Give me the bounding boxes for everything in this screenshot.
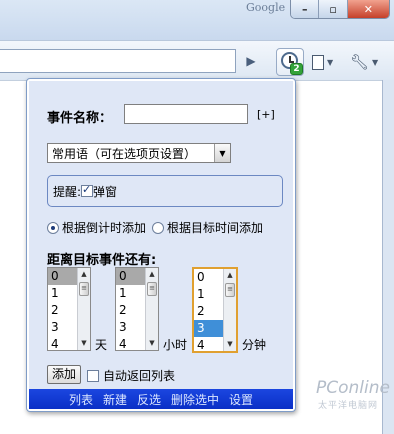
common-phrases-value: 常用语（可在选项页设置） [52,146,197,161]
scroll-thumb[interactable]: ≡ [225,283,235,297]
scroll-up-icon[interactable]: ▲ [224,269,236,282]
list-item[interactable]: 3 [48,319,79,336]
minutes-listbox[interactable]: 0 1 2 3 4 ▲ ≡ ▼ [192,267,238,353]
footer-link-delete-selected[interactable]: 删除选中 [171,391,219,408]
list-item[interactable]: 1 [48,285,79,302]
list-item[interactable]: 2 [116,302,147,319]
list-item[interactable]: 2 [194,303,225,320]
event-name-label: 事件名称： [47,111,113,126]
reminder-label: 提醒: [53,184,82,199]
maximize-button[interactable]: ▫ [319,0,348,18]
radio-target-label: 根据目标时间添加 [167,221,264,235]
hours-unit: 小时 [163,338,188,352]
add-button[interactable]: 添加 [47,365,81,384]
tools-menu-button[interactable]: 🔧︎ ▼ [350,51,384,73]
footer-link-list[interactable]: 列表 [69,391,93,408]
footer-link-settings[interactable]: 设置 [229,391,253,408]
search-engine-label: Google [246,1,286,14]
event-add-link[interactable]: [+] [257,108,275,121]
listbox-scrollbar[interactable]: ▲ ≡ ▼ [223,269,236,351]
list-item[interactable]: 2 [48,302,79,319]
event-name-input[interactable] [124,104,248,124]
minutes-unit: 分钟 [242,338,267,352]
common-phrases-select[interactable]: 常用语（可在选项页设置） ▼ [47,143,231,163]
popup-checkbox-label: 弹窗 [93,184,118,199]
scroll-thumb[interactable]: ≡ [147,282,157,296]
scroll-down-icon[interactable]: ▼ [224,338,236,351]
popup-checkbox[interactable] [81,183,94,197]
watermark-logo: PConline [316,378,390,398]
wrench-icon: 🔧︎ [350,53,370,71]
auto-return-checkbox[interactable] [87,369,99,382]
scroll-down-icon[interactable]: ▼ [146,337,158,350]
page-icon [312,54,324,70]
footer-link-invert[interactable]: 反选 [137,391,161,408]
popup-footer-nav: 列表 新建 反选 删除选中 设置 [29,389,293,409]
window-titlebar: Google – ▫ ✕ [0,0,394,40]
list-item[interactable]: 0 [194,269,225,286]
scroll-down-icon[interactable]: ▼ [78,337,90,350]
list-item[interactable]: 0 [116,268,147,285]
auto-return-label: 自动返回列表 [103,369,176,383]
play-arrow-icon: ▶ [246,54,256,68]
listbox-scrollbar[interactable]: ▲ ≡ ▼ [77,268,90,350]
days-listbox[interactable]: 0 1 2 3 4 ▲ ≡ ▼ [47,267,91,351]
radio-target-time[interactable] [152,221,165,234]
hours-listbox[interactable]: 0 1 2 3 4 ▲ ≡ ▼ [115,267,159,351]
list-item[interactable]: 3 [116,319,147,336]
list-item[interactable]: 4 [194,337,225,354]
add-mode-radios: 根据倒计时添加 根据目标时间添加 [47,219,263,236]
list-item[interactable]: 0 [48,268,79,285]
close-button[interactable]: ✕ [347,0,389,18]
radio-countdown[interactable] [47,221,59,234]
chevron-down-icon: ▼ [327,57,334,67]
list-item[interactable]: 1 [194,286,225,303]
list-item[interactable]: 4 [116,336,147,353]
extension-badge: 2 [290,63,303,75]
footer-link-new[interactable]: 新建 [103,391,127,408]
page-menu-button[interactable]: ▼ [312,51,340,73]
listbox-scrollbar[interactable]: ▲ ≡ ▼ [145,268,158,350]
chevron-down-icon[interactable]: ▼ [214,144,230,162]
distance-label: 距离目标事件还有: [47,253,157,268]
countdown-popup: 事件名称： [+] 常用语（可在选项页设置） ▼ 提醒: 弹窗 根据倒计时添加 … [26,78,296,412]
go-button[interactable]: ▶ [240,51,262,71]
watermark-subtitle: 太平洋电脑网 [318,401,379,411]
auto-return-option: 自动返回列表 [87,367,175,384]
address-bar[interactable] [0,49,236,73]
minimize-button[interactable]: – [291,0,320,18]
popup-panel: 事件名称： [+] 常用语（可在选项页设置） ▼ 提醒: 弹窗 根据倒计时添加 … [29,81,293,389]
days-unit: 天 [95,338,108,352]
browser-toolbar: ▶ 2 ▼ 🔧︎ ▼ [0,40,394,80]
extension-button[interactable]: 2 [276,48,304,76]
scroll-thumb[interactable]: ≡ [79,282,89,296]
list-item[interactable]: 3 [194,320,225,337]
radio-countdown-label: 根据倒计时添加 [62,221,147,235]
list-item[interactable]: 1 [116,285,147,302]
window-controls: – ▫ ✕ [290,0,390,19]
scroll-up-icon[interactable]: ▲ [78,268,90,281]
reminder-group: 提醒: 弹窗 [47,175,283,207]
chevron-down-icon: ▼ [372,57,379,67]
list-item[interactable]: 4 [48,336,79,353]
scroll-up-icon[interactable]: ▲ [146,268,158,281]
